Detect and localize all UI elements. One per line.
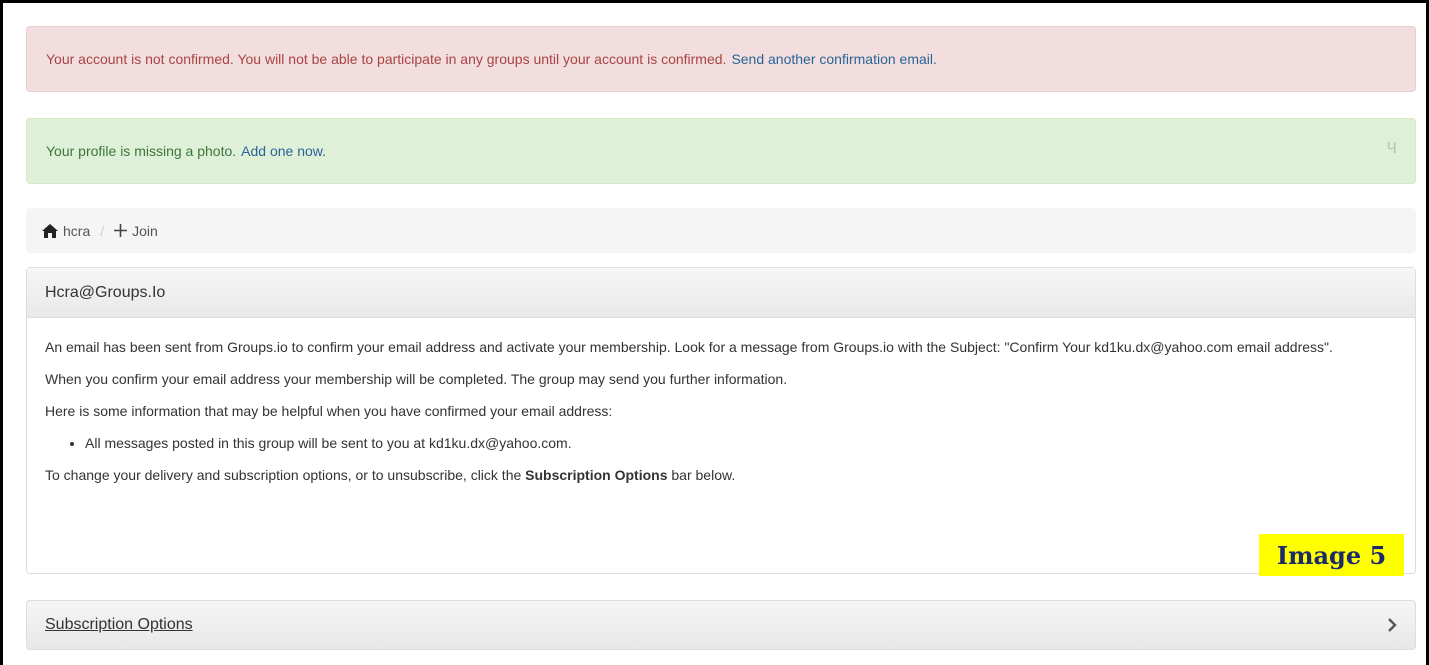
breadcrumb-home[interactable]: hcra [42,223,90,239]
panel-title: Hcra@Groups.Io [27,268,1415,318]
instructions-text-before: To change your delivery and subscription… [45,467,522,483]
breadcrumb-home-label: hcra [63,222,91,239]
group-confirmation-panel: Hcra@Groups.Io An email has been sent fr… [26,267,1416,574]
image-label: Image 5 [1259,534,1404,576]
breadcrumb-join-label: Join [132,222,158,239]
breadcrumb-separator: / [100,222,105,239]
not-confirmed-text: Your account is not confirmed. You will … [46,51,727,67]
subscription-instructions: To change your delivery and subscription… [45,464,1397,487]
add-photo-link[interactable]: Add one now. [241,143,326,159]
plus-icon [114,224,128,237]
account-not-confirmed-alert: Your account is not confirmed. You will … [26,26,1416,92]
missing-photo-alert: Your profile is missing a photo. Add one… [26,118,1416,184]
missing-photo-text: Your profile is missing a photo. [46,143,237,159]
close-alert-icon[interactable]: ч [1387,137,1397,157]
info-list: All messages posted in this group will b… [45,432,1397,455]
breadcrumb: hcra / Join [26,208,1416,253]
instructions-bold-text: Subscription Options [525,467,668,483]
breadcrumb-join[interactable]: Join [114,223,158,239]
helpful-info-text: Here is some information that may be hel… [45,403,613,419]
panel-body: An email has been sent from Groups.io to… [27,318,1415,487]
confirmation-sent-text: An email has been sent from Groups.io to… [45,339,1333,355]
list-item: All messages posted in this group will b… [85,432,1397,455]
subscription-options-bar[interactable]: Subscription Options [26,600,1416,650]
home-icon [42,223,58,238]
chevron-right-icon [1388,618,1397,632]
subscription-options-label: Subscription Options [45,616,193,633]
instructions-text-after: bar below. [671,467,736,483]
send-confirmation-link[interactable]: Send another confirmation email. [731,51,936,67]
membership-completion-text: When you confirm your email address your… [45,371,788,387]
